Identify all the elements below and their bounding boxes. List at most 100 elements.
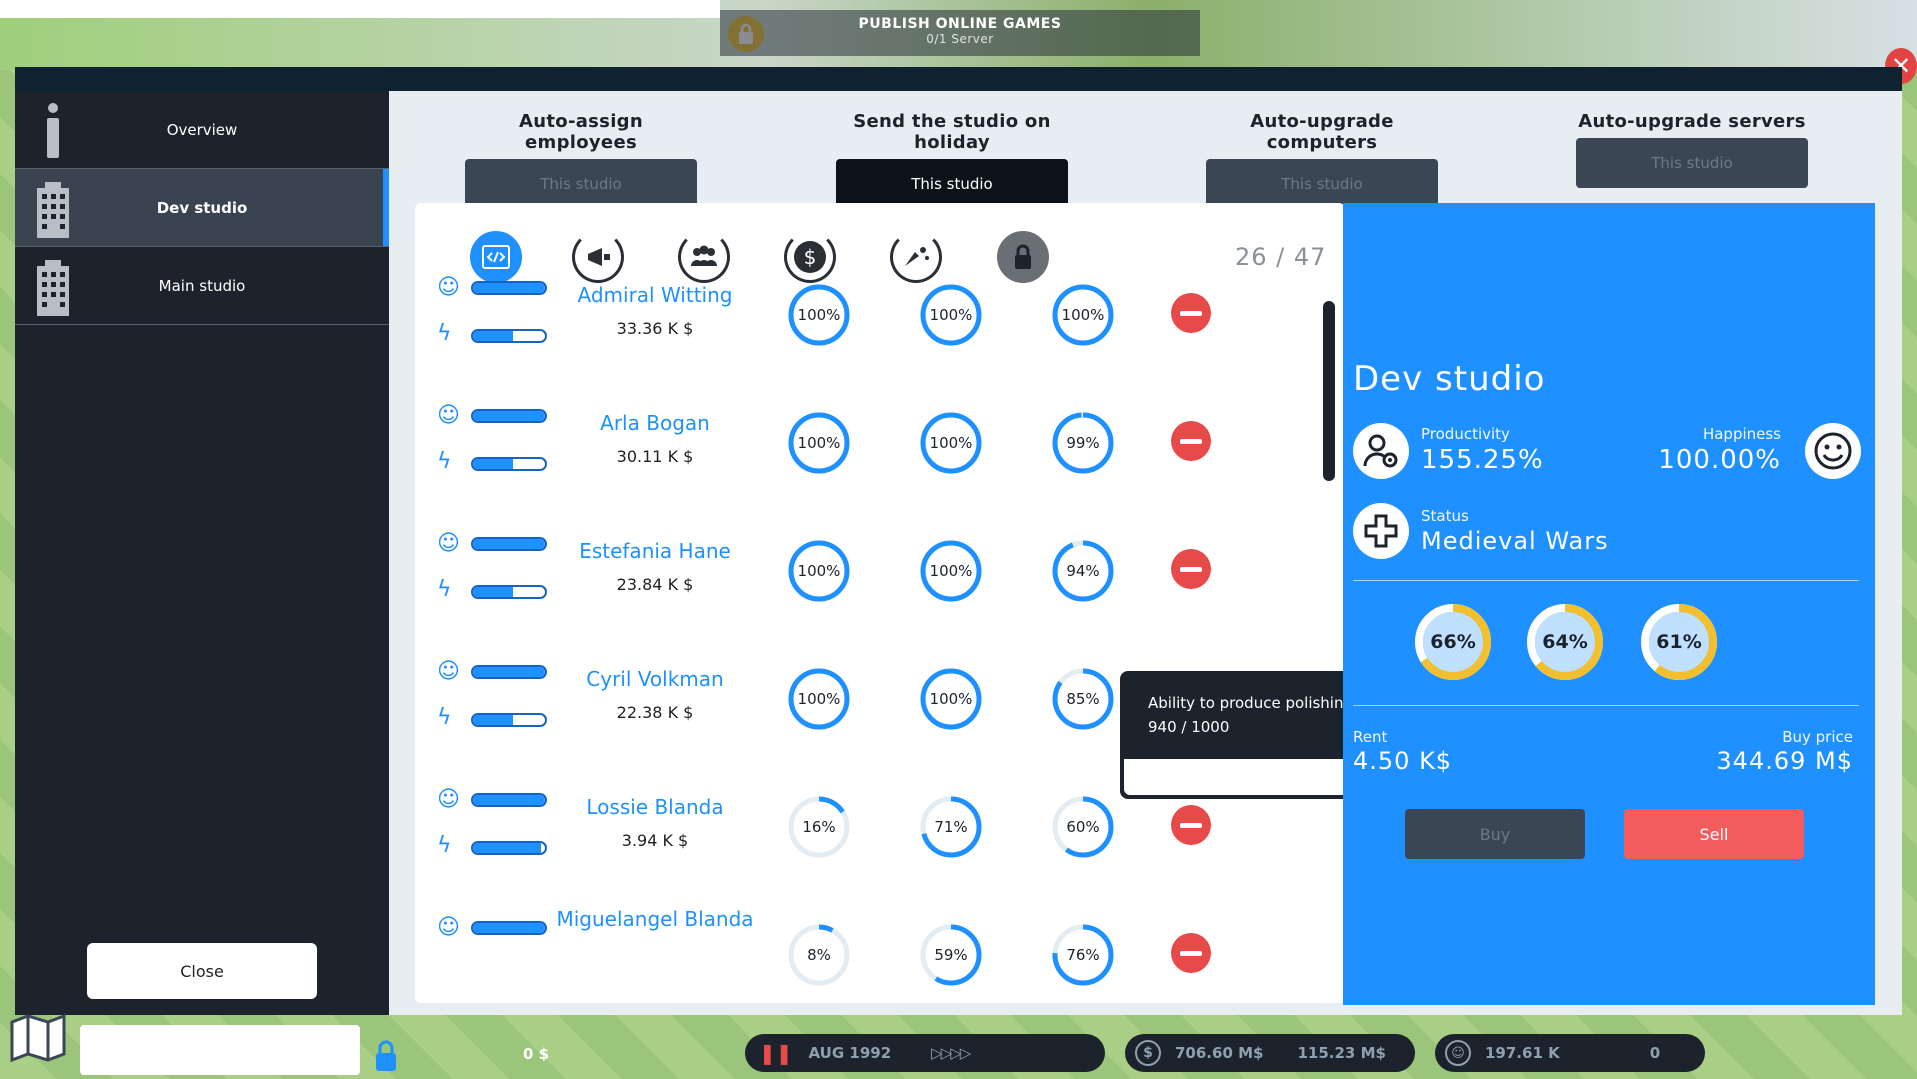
remove-employee-button[interactable] xyxy=(1171,805,1211,845)
hud-zero-dollars: 0 $ xyxy=(523,1045,550,1063)
money-value: 706.60 M$ xyxy=(1175,1044,1264,1062)
hud-left-box xyxy=(80,1025,360,1075)
remove-employee-button[interactable] xyxy=(1171,933,1211,973)
date-display: AUG 1992 xyxy=(808,1044,892,1062)
employee-name[interactable]: Cyril Volkman xyxy=(555,667,755,691)
table-row[interactable]: ☺ ϟ Lossie Blanda 3.94 K $ 16% 71% 60% xyxy=(415,787,1315,915)
stat-ring: 76% xyxy=(1051,923,1115,987)
sidebar-item-main-studio[interactable]: Main studio xyxy=(15,247,389,325)
employee-name[interactable]: Estefania Hane xyxy=(555,539,755,563)
employee-name[interactable]: Arla Bogan xyxy=(555,411,755,435)
fast-forward-icon[interactable]: ▷▷▷▷ xyxy=(931,1044,971,1062)
stat-value: 71% xyxy=(934,818,968,836)
happy-face-icon xyxy=(1805,423,1861,479)
scrollbar[interactable] xyxy=(1323,301,1335,481)
energy-icon: ϟ xyxy=(437,705,452,730)
happiness-bar xyxy=(471,665,547,679)
table-row[interactable]: ☺ ϟ Arla Bogan 30.11 K $ 100% 100% 99% xyxy=(415,403,1315,531)
auto-upgrade-servers-button[interactable]: This studio xyxy=(1576,138,1808,188)
stat-value: 100% xyxy=(929,306,973,324)
happiness-bar xyxy=(471,921,547,935)
happy-face-icon: ☺ xyxy=(437,275,460,300)
progress-gauge: 64% xyxy=(1525,602,1605,682)
action-label: Auto-assign employees xyxy=(519,111,643,153)
stat-ring: 100% xyxy=(787,539,851,603)
send-holiday-button[interactable]: This studio xyxy=(836,159,1068,209)
svg-text:$: $ xyxy=(804,245,817,269)
employee-name[interactable]: Miguelangel Blanda xyxy=(555,907,755,931)
income-value: 115.23 M$ xyxy=(1297,1044,1386,1062)
stat-ring: 60% xyxy=(1051,795,1115,859)
progress-gauge: 66% xyxy=(1413,602,1493,682)
happiness-bar xyxy=(471,537,547,551)
background-strip xyxy=(0,0,720,18)
action-label: Auto-upgrade servers xyxy=(1578,111,1806,132)
stat-ring: 100% xyxy=(787,283,851,347)
stat-ring: 100% xyxy=(919,283,983,347)
stat-value: 100% xyxy=(929,690,973,708)
table-row[interactable]: ☺ ϟ Estefania Hane 23.84 K $ 100% 100% 94% xyxy=(415,531,1315,659)
time-controls[interactable]: ❚❚ AUG 1992 ▷▷▷▷ xyxy=(745,1034,1105,1072)
gauge-value: 61% xyxy=(1656,631,1702,653)
remove-employee-button[interactable] xyxy=(1171,293,1211,333)
stat-ring: 85% xyxy=(1051,667,1115,731)
happy-face-icon: ☺ xyxy=(437,531,460,556)
fans-icon: ☺ xyxy=(1445,1040,1471,1066)
table-row[interactable]: ☺ Miguelangel Blanda 8% 59% 76% xyxy=(415,907,1315,1003)
divider xyxy=(1353,705,1859,706)
stat-ring: 100% xyxy=(919,539,983,603)
stat-ring: 94% xyxy=(1051,539,1115,603)
sidebar-item-dev-studio[interactable]: Dev studio xyxy=(15,169,389,247)
happy-face-icon: ☺ xyxy=(437,915,460,940)
remove-employee-button[interactable] xyxy=(1171,549,1211,589)
panel-title: Dev studio xyxy=(1353,359,1546,399)
happy-face-icon: ☺ xyxy=(437,659,460,684)
stat-value: 100% xyxy=(929,562,973,580)
sell-button[interactable]: Sell xyxy=(1624,809,1804,859)
happy-face-icon: ☺ xyxy=(437,403,460,428)
employee-salary: 23.84 K $ xyxy=(616,575,694,594)
employee-list: $ 26 / 47 ☺ ϟ Admiral Witting 33.36 K $ 100%… xyxy=(415,203,1345,1003)
pause-icon[interactable]: ❚❚ xyxy=(759,1041,793,1065)
gauge-value: 66% xyxy=(1430,631,1476,653)
productivity-icon xyxy=(1353,423,1409,479)
table-row[interactable]: ☺ ϟ Admiral Witting 33.36 K $ 100% 100% 100% xyxy=(415,275,1315,403)
remove-employee-button[interactable] xyxy=(1171,421,1211,461)
stat-value: 16% xyxy=(802,818,836,836)
energy-bar-fill xyxy=(473,715,513,725)
close-button[interactable]: Close xyxy=(87,943,317,999)
auto-assign-button[interactable]: This studio xyxy=(465,159,697,209)
happiness-bar-fill xyxy=(473,411,545,421)
stat-ring: 16% xyxy=(787,795,851,859)
stat-value: 59% xyxy=(934,946,968,964)
employee-salary: 22.38 K $ xyxy=(616,703,694,722)
publish-title: PUBLISH ONLINE GAMES xyxy=(858,16,1062,32)
buy-price-label: Buy price xyxy=(1782,728,1853,746)
buy-price-value: 344.69 M$ xyxy=(1716,747,1853,775)
rent-value: 4.50 K$ xyxy=(1353,747,1453,775)
rent-label: Rent xyxy=(1353,728,1388,746)
happiness-bar xyxy=(471,281,547,295)
auto-upgrade-computers-button[interactable]: This studio xyxy=(1206,159,1438,209)
happiness-bar xyxy=(471,409,547,423)
stat-value: 100% xyxy=(929,434,973,452)
stat-value: 100% xyxy=(797,434,841,452)
modal-topbar xyxy=(15,67,1902,91)
energy-bar xyxy=(471,329,547,343)
publish-online-games-banner[interactable]: PUBLISH ONLINE GAMES 0/1 Server xyxy=(720,10,1200,56)
studio-info-panel: Dev studio Productivity 155.25% Happines… xyxy=(1343,203,1875,1005)
energy-bar xyxy=(471,713,547,727)
employee-name[interactable]: Admiral Witting xyxy=(555,283,755,307)
dollar-icon: $ xyxy=(1135,1040,1161,1066)
buy-button[interactable]: Buy xyxy=(1405,809,1585,859)
map-icon[interactable] xyxy=(8,1013,68,1063)
send-holiday: Send the studio on holiday This studio xyxy=(832,111,1072,209)
stat-value: 60% xyxy=(1066,818,1100,836)
stat-ring: 100% xyxy=(787,667,851,731)
sidebar-item-label: Dev studio xyxy=(156,198,248,217)
employee-name[interactable]: Lossie Blanda xyxy=(555,795,755,819)
sidebar-item-overview[interactable]: Overview xyxy=(15,91,389,169)
stat-ring: 100% xyxy=(919,667,983,731)
building-icon xyxy=(31,257,75,317)
stat-value: 94% xyxy=(1066,562,1100,580)
